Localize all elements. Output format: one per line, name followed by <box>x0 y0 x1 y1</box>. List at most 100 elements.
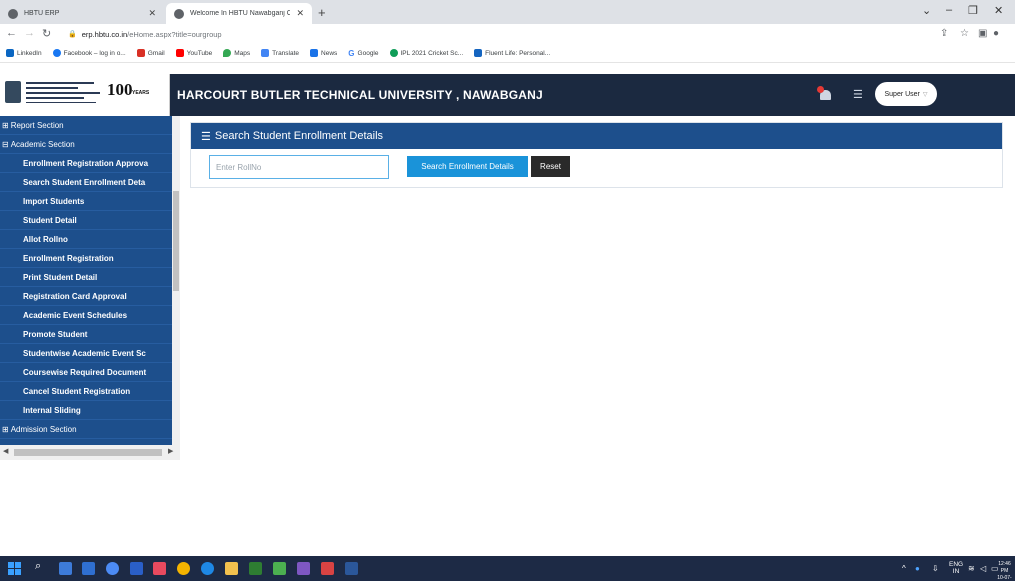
language-indicator[interactable]: ENG IN <box>949 561 963 575</box>
app-header: 100 YEARS HARCOURT BUTLER TECHNICAL UNIV… <box>0 74 1015 116</box>
sidebar-item-registration-card-approval[interactable]: Registration Card Approval <box>0 287 172 306</box>
tab-title: HBTU ERP <box>24 10 60 17</box>
browser-tab-hbtu-erp[interactable]: HBTU ERP ✕ <box>0 3 164 24</box>
google-icon: G <box>348 49 355 58</box>
share-icon[interactable]: ⇪ <box>940 28 948 39</box>
onedrive-icon[interactable]: ● <box>915 564 920 573</box>
chrome-icon[interactable] <box>177 562 190 575</box>
file-explorer-icon[interactable] <box>225 562 238 575</box>
sidebar-section-academic[interactable]: ⊟ Academic Section <box>0 135 172 154</box>
word-icon[interactable] <box>345 562 358 575</box>
search-icon[interactable]: ⌕ <box>35 560 48 573</box>
sidebar-item-allot-rollno[interactable]: Allot Rollno <box>0 230 172 249</box>
new-tab-button[interactable]: + <box>318 5 326 20</box>
close-tab-icon[interactable]: ✕ <box>296 8 304 19</box>
volume-icon[interactable]: ◁ <box>980 564 986 573</box>
user-menu-button[interactable]: Super User ▽ <box>875 82 937 106</box>
wifi-icon[interactable]: ≋ <box>968 564 975 573</box>
sidebar-item-enrollment-registration-approval[interactable]: Enrollment Registration Approva <box>0 154 172 173</box>
university-logo[interactable]: 100 YEARS <box>0 74 170 116</box>
sidebar-item-studentwise-academic-event[interactable]: Studentwise Academic Event Sc <box>0 344 172 363</box>
sidebar-item-search-student-enrollment[interactable]: Search Student Enrollment Deta <box>0 173 172 192</box>
notification-dot <box>817 86 824 93</box>
sidebar-item-student-detail[interactable]: Student Detail <box>0 211 172 230</box>
edge-icon[interactable] <box>201 562 214 575</box>
bookmark-youtube[interactable]: YouTube <box>175 49 212 57</box>
sidebar-item-print-student-detail[interactable]: Print Student Detail <box>0 268 172 287</box>
mail-icon[interactable] <box>130 562 143 575</box>
close-window-icon[interactable]: ✕ <box>994 4 1003 17</box>
sidebar-item-cancel-student-registration[interactable]: Cancel Student Registration <box>0 382 172 401</box>
tab-search-icon[interactable]: ⌄ <box>922 4 931 17</box>
browser-tab-strip: HBTU ERP ✕ Welcome In HBTU Nawabganj Ca … <box>0 0 1015 24</box>
chat-icon[interactable] <box>106 562 119 575</box>
sidebar-section-admission[interactable]: ⊞ Admission Section <box>0 420 172 439</box>
sidebar-nav: ⊞ Report Section ⊟ Academic Section Enroll… <box>0 116 180 460</box>
lock-icon: 🔒 <box>68 31 77 38</box>
sidebar-vertical-scrollbar[interactable]: ▼ <box>172 116 180 460</box>
sidebar-item-promote-student[interactable]: Promote Student <box>0 325 172 344</box>
centenary-mark: 100 <box>107 80 133 99</box>
filezilla-icon[interactable] <box>321 562 334 575</box>
download-icon[interactable]: ⇩ <box>932 564 939 573</box>
store-icon[interactable] <box>153 562 166 575</box>
url-domain: erp.hbtu.co.in <box>81 29 128 39</box>
restore-icon[interactable]: ❐ <box>968 4 978 17</box>
news-icon <box>310 49 319 57</box>
bookmark-ipl[interactable]: IPL 2021 Cricket Sc... <box>389 49 463 57</box>
centenary-years: YEARS <box>132 90 150 96</box>
panel-title: Search Student Enrollment Details <box>214 130 384 142</box>
sidebar-section-report[interactable]: ⊞ Report Section <box>0 116 172 135</box>
profile-icon[interactable]: ● <box>993 28 999 39</box>
minimize-icon[interactable]: – <box>946 4 952 16</box>
facebook-icon <box>52 49 61 57</box>
bookmark-gmail[interactable]: Gmail <box>136 49 165 57</box>
sidebar-item-coursewise-required-document[interactable]: Coursewise Required Document <box>0 363 172 382</box>
browser-tab-welcome[interactable]: Welcome In HBTU Nawabganj Ca ✕ <box>166 3 312 24</box>
menu-icon[interactable]: ☰ <box>853 88 863 101</box>
clock[interactable]: 12:46 PM 10-07-2022 <box>994 561 1015 581</box>
notification-bell-icon[interactable] <box>817 86 833 102</box>
sidebar-horizontal-scrollbar[interactable]: ◀ ▶ <box>0 445 180 460</box>
bookmark-fluent-life[interactable]: Fluent Life: Personal... <box>474 49 550 57</box>
sidebar-item-enrollment-registration[interactable]: Enrollment Registration <box>0 249 172 268</box>
scroll-right-icon[interactable]: ▶ <box>168 447 173 455</box>
reset-button[interactable]: Reset <box>531 156 570 177</box>
bookmark-translate[interactable]: Translate <box>261 49 299 57</box>
bookmark-maps[interactable]: Maps <box>223 49 250 57</box>
maps-icon <box>223 49 232 57</box>
url-path: /eHome.aspx?title=ourgroup <box>127 29 222 39</box>
close-tab-icon[interactable]: ✕ <box>148 8 156 19</box>
url-field[interactable]: 🔒 erp.hbtu.co.in/eHome.aspx?title=ourgro… <box>62 26 932 42</box>
reload-icon[interactable]: ↻ <box>42 27 51 40</box>
scrollbar-thumb[interactable] <box>173 191 179 291</box>
side-panel-icon[interactable]: ▣ <box>978 28 987 39</box>
show-hidden-icons-icon[interactable]: ^ <box>902 564 906 573</box>
scrollbar-thumb[interactable] <box>14 449 162 456</box>
sidebar-item-internal-sliding[interactable]: Internal Sliding <box>0 401 172 420</box>
windows-taskbar: ⌕ ^ ● ⇩ ENG IN ≋ ◁ ▭ 12:46 PM 10-07-2022 <box>0 556 1015 581</box>
back-icon[interactable]: ← <box>6 27 17 39</box>
sidebar-item-import-students[interactable]: Import Students <box>0 192 172 211</box>
bookmark-star-icon[interactable]: ☆ <box>960 28 969 39</box>
app-icon[interactable] <box>273 562 286 575</box>
task-view-icon[interactable] <box>59 562 72 575</box>
bookmark-google[interactable]: G Google <box>348 49 378 58</box>
bookmark-linkedin[interactable]: LinkedIn <box>6 49 42 57</box>
translate-icon <box>261 49 270 57</box>
scroll-left-icon[interactable]: ◀ <box>3 447 8 455</box>
widgets-icon[interactable] <box>82 562 95 575</box>
visual-studio-icon[interactable] <box>297 562 310 575</box>
tab-title: Welcome In HBTU Nawabganj Ca <box>190 10 291 17</box>
bookmark-news[interactable]: News <box>310 49 337 57</box>
forward-icon[interactable]: → <box>24 27 35 39</box>
excel-icon[interactable] <box>249 562 262 575</box>
ipl-icon <box>389 49 398 57</box>
bookmark-facebook[interactable]: Facebook – log in o... <box>52 49 126 57</box>
sidebar-item-academic-event-schedules[interactable]: Academic Event Schedules <box>0 306 172 325</box>
windows-start-icon[interactable] <box>8 562 21 575</box>
search-enrollment-button[interactable]: Search Enrollment Details <box>407 156 528 177</box>
rollno-input[interactable] <box>209 155 389 179</box>
panel-header: ☰ Search Student Enrollment Details <box>191 123 1002 149</box>
youtube-icon <box>175 49 184 57</box>
